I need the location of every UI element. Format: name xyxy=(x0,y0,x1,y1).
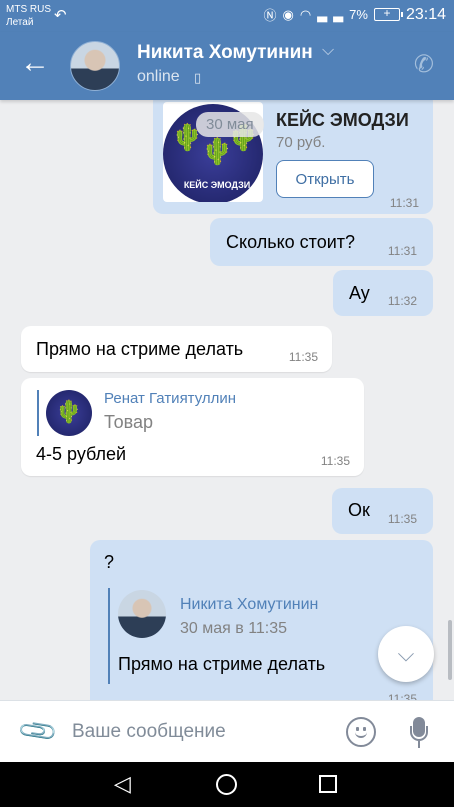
forward-avatar[interactable] xyxy=(118,590,166,638)
message-time: 11:31 xyxy=(389,196,419,210)
status-bar: MTS RUS Летай ↶ Ⓝ ◉ ◠ ▃ ▃ 7% + 23:14 xyxy=(0,0,454,32)
outgoing-message[interactable]: Ок 11:35 xyxy=(332,488,433,534)
status-icons: Ⓝ ◉ ◠ ▃ ▃ 7% + 23:14 xyxy=(263,5,446,24)
message-composer: 📎 xyxy=(0,700,454,762)
battery-percent: 7% xyxy=(349,7,368,22)
message-list[interactable]: 🌵 🌵 🌵 КЕЙС ЭМОДЗИ КЕЙС ЭМОДЗИ 70 руб. От… xyxy=(0,100,454,700)
chevron-down-icon[interactable]: ⌵ xyxy=(322,42,334,60)
outgoing-message[interactable]: Сколько стоит? 11:31 xyxy=(210,218,433,266)
signal-2-icon: ▃ xyxy=(333,6,344,22)
message-time: 11:35 xyxy=(320,454,350,468)
forward-author[interactable]: Никита Хомутинин xyxy=(180,596,318,614)
open-case-button[interactable]: Открыть xyxy=(276,160,374,198)
chat-header: ← Никита Хомутинин ⌵ online ▯ ✆ xyxy=(0,32,454,100)
case-price: 70 руб. xyxy=(276,134,326,151)
outgoing-forward-message[interactable]: ? Никита Хомутинин 30 мая в 11:35 Прямо … xyxy=(90,540,433,700)
cactus-emoji-icon: 🌵 xyxy=(55,399,83,424)
wifi-icon: ◠ xyxy=(299,6,312,22)
reply-author[interactable]: Ренат Гатиятуллин xyxy=(104,390,236,407)
avatar[interactable] xyxy=(70,41,120,91)
clock: 23:14 xyxy=(405,5,446,23)
mobile-icon: ▯ xyxy=(194,70,202,85)
outgoing-message[interactable]: Ау 11:32 xyxy=(333,270,433,316)
message-text: Ок xyxy=(348,500,370,520)
eye-icon: ◉ xyxy=(282,6,294,22)
message-text: Ау xyxy=(349,283,370,303)
back-arrow-icon[interactable]: ← xyxy=(20,48,50,78)
carrier-info: MTS RUS Летай xyxy=(6,3,51,29)
message-time: 11:35 xyxy=(288,350,318,364)
nav-back-icon[interactable]: ◁ xyxy=(114,773,131,795)
paperclip-icon[interactable]: 📎 xyxy=(16,709,61,754)
incoming-reply-message[interactable]: 🌵 Ренат Гатиятуллин Товар 4-5 рублей 11:… xyxy=(21,378,364,476)
case-thumb-label: КЕЙС ЭМОДЗИ xyxy=(183,180,251,190)
message-text: Сколько стоит? xyxy=(226,232,356,252)
battery-icon: + xyxy=(373,6,403,21)
message-time: 11:35 xyxy=(387,692,417,700)
carrier-name: MTS RUS xyxy=(6,4,51,15)
incoming-message[interactable]: Прямо на стриме делать 11:35 xyxy=(21,326,332,372)
return-arrow-icon: ↶ xyxy=(54,7,67,24)
contact-name[interactable]: Никита Хомутинин xyxy=(137,42,313,64)
emoji-icon[interactable] xyxy=(346,717,376,747)
nav-home-icon[interactable] xyxy=(216,774,237,795)
nav-recents-icon[interactable] xyxy=(319,775,337,793)
contact-status: online xyxy=(137,68,180,85)
reply-preview: Товар xyxy=(104,412,153,432)
signal-icon: ▃ xyxy=(317,6,328,22)
scroll-down-button[interactable]: ⌵ xyxy=(378,626,434,682)
reply-bar xyxy=(37,390,39,436)
reply-thumbnail: 🌵 xyxy=(46,390,92,436)
chevron-down-icon: ⌵ xyxy=(397,641,415,666)
microphone-icon[interactable] xyxy=(410,717,428,749)
message-input[interactable] xyxy=(72,719,322,745)
message-text: ? xyxy=(104,552,115,572)
forward-bar xyxy=(108,588,110,684)
message-time: 11:32 xyxy=(387,294,417,308)
message-time: 11:31 xyxy=(387,244,417,258)
date-chip: 30 мая xyxy=(196,112,264,137)
forward-text: Прямо на стриме делать xyxy=(118,654,326,674)
forward-date: 30 мая в 11:35 xyxy=(180,620,288,637)
carrier-sub: Летай xyxy=(6,17,34,28)
phone-icon[interactable]: ✆ xyxy=(414,50,434,79)
message-text: 4-5 рублей xyxy=(36,444,127,464)
message-text: Прямо на стриме делать xyxy=(36,339,244,359)
nfc-icon: Ⓝ xyxy=(263,8,277,23)
case-title: КЕЙС ЭМОДЗИ xyxy=(276,110,409,130)
message-time: 11:35 xyxy=(387,512,417,526)
system-nav-bar: ◁ xyxy=(0,762,454,807)
case-product-message[interactable]: 🌵 🌵 🌵 КЕЙС ЭМОДЗИ КЕЙС ЭМОДЗИ 70 руб. От… xyxy=(153,100,433,214)
scrollbar[interactable] xyxy=(448,620,452,680)
